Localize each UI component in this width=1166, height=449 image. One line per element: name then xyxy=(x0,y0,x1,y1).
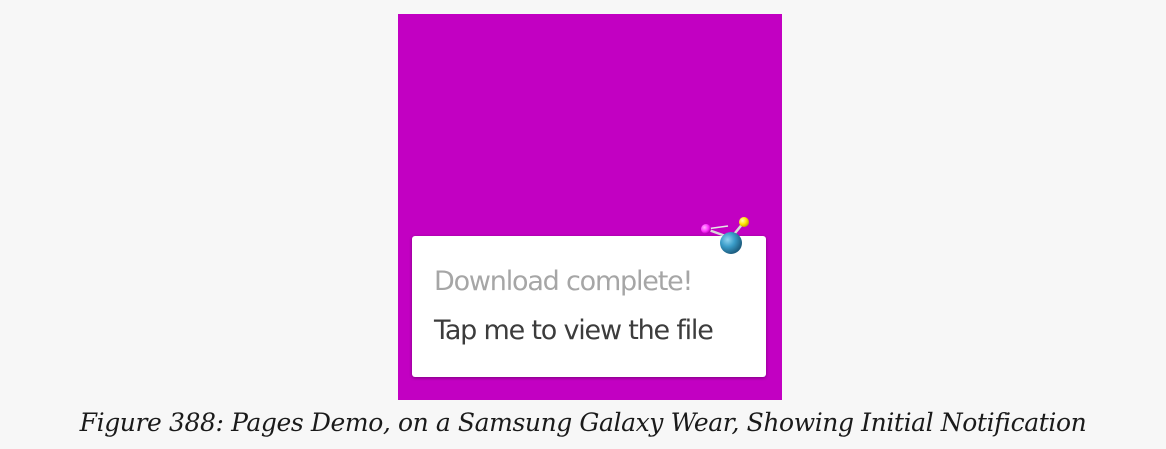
molecule-icon xyxy=(701,217,749,254)
figure-caption: Figure 388: Pages Demo, on a Samsung Gal… xyxy=(79,408,1087,437)
page: Download complete! Tap me to view the fi… xyxy=(0,0,1166,449)
notification-title: Download complete! xyxy=(434,266,693,297)
notification-text: Tap me to view the file xyxy=(434,315,714,346)
watch-screen: Download complete! Tap me to view the fi… xyxy=(398,14,782,400)
